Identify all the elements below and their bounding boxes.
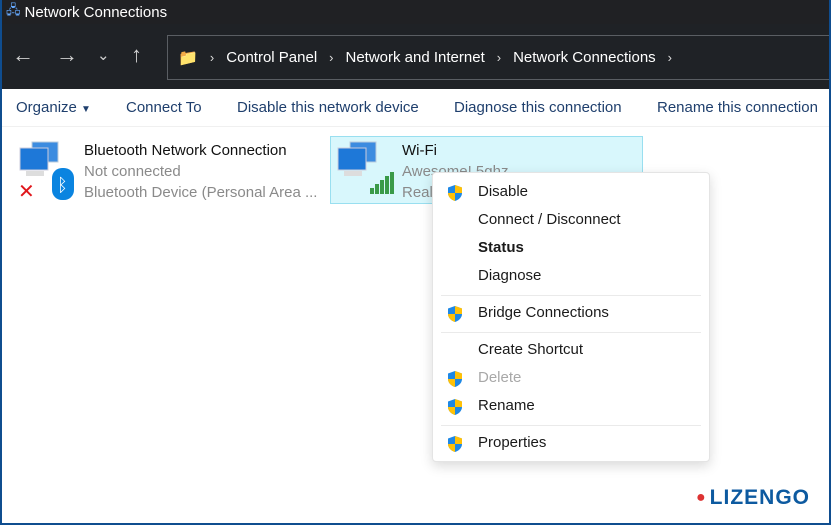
back-button[interactable]: ← [12, 42, 34, 68]
uac-shield-icon [446, 305, 464, 323]
organize-button[interactable]: Organize ▼ [16, 99, 91, 116]
connect-to-button[interactable]: Connect To [126, 99, 202, 116]
address-bar[interactable]: 📁 › Control Panel › Network and Internet… [167, 35, 829, 80]
network-icon: 🖧 [6, 2, 21, 17]
rename-button[interactable]: Rename this connection [657, 99, 818, 116]
navigation-bar: ← → ⌄ ↑ 📁 › Control Panel › Network and … [2, 24, 829, 89]
menu-item-diagnose[interactable]: Diagnose [478, 267, 541, 284]
context-menu: Disable Connect / Disconnect Status Diagnos… [432, 172, 710, 462]
breadcrumb-network-connections[interactable]: Network Connections [513, 49, 656, 66]
chevron-icon[interactable]: › [668, 50, 672, 65]
disable-device-button[interactable]: Disable this network device [237, 99, 419, 116]
caret-down-icon: ▼ [81, 104, 91, 115]
diagnose-button[interactable]: Diagnose this connection [454, 99, 622, 116]
uac-shield-icon [446, 435, 464, 453]
uac-shield-icon [446, 184, 464, 202]
menu-item-status[interactable]: Status [478, 239, 524, 256]
connection-device: Bluetooth Device (Personal Area ... [84, 184, 318, 201]
signal-bars-icon [370, 172, 394, 194]
network-computer-icon: ✕ ᛒ [18, 141, 74, 203]
menu-item-rename[interactable]: Rename [478, 397, 535, 414]
menu-item-create-shortcut[interactable]: Create Shortcut [478, 341, 583, 358]
recent-locations-button[interactable]: ⌄ [97, 46, 110, 64]
menu-item-delete: Delete [478, 369, 522, 386]
menu-item-properties[interactable]: Properties [478, 434, 546, 451]
command-bar: Organize ▼ Connect To Disable this netwo… [2, 89, 829, 127]
chevron-icon: › [496, 50, 502, 65]
connection-status: Not connected [84, 163, 181, 180]
title-bar: 🖧 Network Connections [2, 0, 829, 24]
connection-name: Bluetooth Network Connection [84, 142, 287, 159]
window-title: Network Connections [24, 3, 168, 21]
uac-shield-icon [446, 398, 464, 416]
lizengo-watermark: ● LIZENGO [696, 486, 811, 509]
menu-separator [441, 425, 701, 426]
menu-item-bridge-connections[interactable]: Bridge Connections [478, 304, 609, 321]
connection-name: Wi-Fi [402, 142, 437, 159]
wifi-connection[interactable]: Wi-Fi Awesome! 5ghz Real [334, 138, 508, 204]
window: 🖧 Network Connections ← → ⌄ ↑ 📁 › Contro… [2, 0, 829, 523]
chevron-icon: › [209, 50, 215, 65]
breadcrumb-control-panel[interactable]: Control Panel [226, 49, 317, 66]
chevron-icon: › [329, 50, 334, 65]
menu-item-connect-disconnect[interactable]: Connect / Disconnect [478, 211, 621, 228]
wifi-computer-icon [337, 141, 394, 194]
menu-item-disable[interactable]: Disable [478, 183, 528, 200]
breadcrumb-network-internet[interactable]: Network and Internet [346, 49, 485, 66]
error-x-icon: ✕ [18, 181, 35, 202]
menu-separator [441, 332, 701, 333]
control-panel-icon: 📁 [178, 49, 198, 67]
menu-separator [441, 295, 701, 296]
bluetooth-connection[interactable]: ✕ ᛒ Bluetooth Network Connection Not con… [16, 138, 317, 208]
svg-text:ᛒ: ᛒ [57, 175, 68, 195]
forward-button[interactable]: → [56, 42, 78, 68]
up-button[interactable]: ↑ [131, 42, 142, 68]
logo-icon: ● [696, 489, 706, 506]
uac-shield-icon [446, 370, 464, 388]
